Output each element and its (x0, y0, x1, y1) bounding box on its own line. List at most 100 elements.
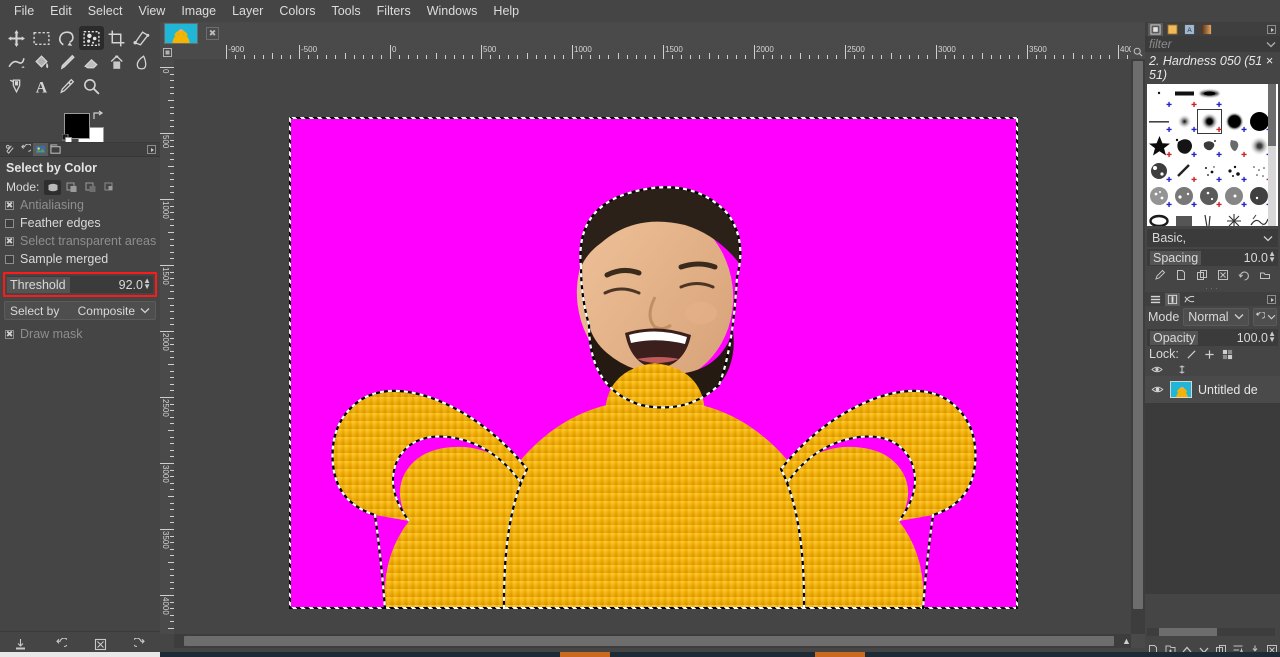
brush-tag-combo[interactable]: Basic, (1147, 229, 1278, 247)
bucket-fill-icon[interactable] (29, 50, 54, 74)
horizontal-scrollbar-thumb[interactable] (184, 636, 1114, 646)
eraser-icon[interactable] (79, 50, 104, 74)
brush-cell[interactable]: ✚ (1197, 134, 1222, 159)
brush-cell[interactable]: ✚ (1147, 134, 1172, 159)
option-row-0[interactable]: ✖ Antialiasing (0, 196, 160, 214)
menu-layer[interactable]: Layer (224, 2, 271, 20)
open-brush-folder-button[interactable] (1258, 268, 1272, 282)
menu-image[interactable]: Image (173, 2, 224, 20)
zoom-icon[interactable] (79, 74, 104, 98)
reset-tool-options-button[interactable] (129, 636, 151, 654)
brush-cell[interactable]: ✚ (1197, 159, 1222, 184)
threshold-spinner-icon[interactable]: ▲ ▼ (143, 277, 151, 291)
threshold-slider[interactable]: Threshold 92.0 ▲ ▼ (7, 276, 153, 293)
brush-cell[interactable]: ✚ (1222, 184, 1247, 209)
paintbrush-icon[interactable] (54, 50, 79, 74)
layers-menu-button[interactable] (1267, 294, 1276, 304)
warp-icon[interactable] (4, 50, 29, 74)
layer-list[interactable]: Untitled de (1145, 376, 1280, 594)
ruler-corner-button[interactable] (160, 45, 174, 59)
menu-filters[interactable]: Filters (369, 2, 419, 20)
restore-tool-preset-button[interactable] (49, 636, 71, 654)
draw-mask-row[interactable]: ✖ Draw mask (0, 325, 160, 343)
checkbox[interactable] (5, 254, 14, 264)
checkbox[interactable]: ✖ (5, 236, 14, 246)
crop-icon[interactable] (104, 26, 129, 50)
brush-cell[interactable]: ✚ (1172, 134, 1197, 159)
layer-mode-dropdown[interactable]: Normal (1183, 307, 1249, 326)
brush-cell[interactable]: ✚ (1197, 109, 1222, 134)
menu-select[interactable]: Select (80, 2, 131, 20)
horizontal-ruler[interactable]: -900 -500 0 500 1000 1500 2000 2500 3000 3500 4000… (174, 45, 1131, 59)
menu-colors[interactable]: Colors (271, 2, 323, 20)
ink-icon[interactable] (4, 74, 29, 98)
link-chain-icon[interactable] (1177, 364, 1187, 375)
channels-tab[interactable] (1165, 292, 1180, 306)
gradients-tab[interactable] (1199, 23, 1214, 36)
draw-mask-checkbox[interactable]: ✖ (5, 329, 14, 339)
brush-cell[interactable]: ✚ (1172, 159, 1197, 184)
patterns-tab[interactable] (1165, 23, 1180, 36)
option-row-3[interactable]: Sample merged (0, 250, 160, 268)
text-icon[interactable]: A (29, 74, 54, 98)
smudge-icon[interactable] (129, 50, 154, 74)
vertical-scrollbar[interactable] (1131, 59, 1145, 634)
brush-cell[interactable]: ✚ (1222, 159, 1247, 184)
brush-cell[interactable]: ✚ (1222, 134, 1247, 159)
menu-help[interactable]: Help (485, 2, 527, 20)
delete-brush-button[interactable] (1216, 268, 1230, 282)
menu-windows[interactable]: Windows (419, 2, 486, 20)
checkbox[interactable] (5, 218, 14, 228)
swap-colors-icon[interactable] (92, 110, 104, 122)
brush-cell[interactable]: ✚ (1172, 84, 1197, 109)
color-picker-icon[interactable] (54, 74, 79, 98)
brush-cell[interactable] (1222, 84, 1247, 109)
opacity-value[interactable]: 100.0 (1237, 331, 1268, 345)
brush-cell[interactable]: ✚ (1222, 109, 1247, 134)
horizontal-scrollbar[interactable]: ▲ (174, 634, 1131, 648)
image-canvas[interactable] (289, 117, 1018, 609)
mode-replace-button[interactable] (44, 179, 62, 195)
brush-cell[interactable]: ✚ (1147, 84, 1172, 109)
checkbox[interactable]: ✖ (5, 200, 14, 210)
opacity-slider[interactable]: Opacity 100.0 ▲ ▼ (1147, 329, 1278, 346)
refresh-brushes-button[interactable] (1237, 268, 1251, 282)
move-icon[interactable] (4, 26, 29, 50)
device-status-tab[interactable] (33, 143, 48, 156)
lock-alpha-icon[interactable] (1222, 349, 1233, 360)
opacity-spinner-icon[interactable]: ▲ ▼ (1268, 330, 1276, 344)
brush-cell[interactable]: ✚ (1147, 109, 1172, 134)
brushes-menu-button[interactable] (1267, 24, 1276, 34)
images-tab[interactable] (48, 143, 63, 156)
save-tool-preset-button[interactable] (9, 636, 31, 654)
mode-subtract-button[interactable] (82, 180, 99, 195)
spacing-slider[interactable]: Spacing 10.0 ▲ ▼ (1147, 249, 1278, 266)
option-row-1[interactable]: Feather edges (0, 214, 160, 232)
layer-thumbnail[interactable] (1170, 381, 1192, 398)
tool-options-menu-button[interactable] (147, 145, 156, 154)
navigation-preview-button[interactable] (1131, 634, 1145, 648)
brush-cell[interactable]: ✚ (1172, 184, 1197, 209)
vertical-ruler[interactable]: 0 500 1000 1500 2000 2500 3000 3500 4000 (160, 59, 174, 634)
lock-position-icon[interactable] (1204, 349, 1215, 360)
tool-options-tab[interactable] (3, 143, 18, 156)
mode-add-button[interactable] (63, 180, 80, 195)
menu-file[interactable]: File (6, 2, 42, 20)
eye-icon[interactable] (1151, 364, 1163, 375)
brush-grid-scrollbar-thumb[interactable] (1268, 84, 1276, 146)
select-by-color-icon[interactable] (79, 26, 104, 50)
layers-tab[interactable] (1148, 293, 1163, 306)
layer-list-scrollbar[interactable] (1147, 628, 1275, 636)
brush-filter-input[interactable]: filter (1145, 36, 1280, 52)
layer-mode-switch-button[interactable] (1253, 307, 1277, 326)
brush-cell[interactable]: ✚ (1197, 84, 1222, 109)
menu-edit[interactable]: Edit (42, 2, 80, 20)
brush-grid-container[interactable]: ✚✚✚✚✚✚✚✚✚✚✚✚✚✚✚✚✚✚✚✚✚✚✚✚✚✚✚✚✚✚✚✚✚✚✚✚✚✚ (1147, 84, 1278, 226)
document-thumbnail[interactable] (164, 23, 198, 44)
brush-cell[interactable]: ✚ (1197, 209, 1222, 226)
dock-separator-grip[interactable]: ··· (1145, 283, 1280, 293)
rectangle-select-icon[interactable] (29, 26, 54, 50)
brush-cell[interactable]: ✚ (1147, 184, 1172, 209)
brush-cell[interactable]: ✚ (1147, 159, 1172, 184)
brush-grid-scrollbar[interactable] (1268, 84, 1276, 226)
